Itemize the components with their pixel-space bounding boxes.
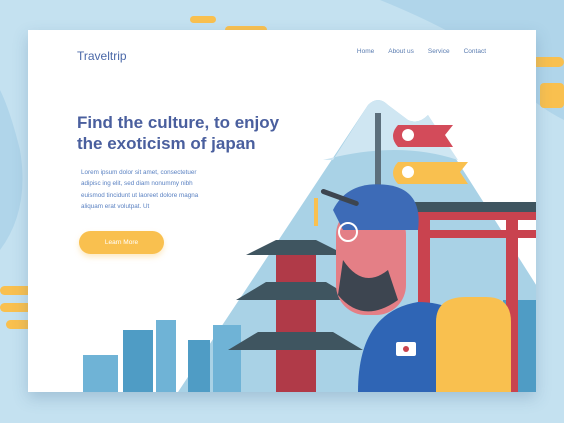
hero-description: Lorem ipsum dolor sit amet, consectetuer… — [81, 169, 199, 210]
koinobori-yellow — [393, 162, 468, 184]
landing-page-card: Traveltrip Home About us Service Contact… — [28, 30, 536, 392]
learn-more-button[interactable]: Learn More — [79, 231, 164, 254]
main-nav: Home About us Service Contact — [357, 48, 486, 55]
koinobori-red — [393, 125, 453, 147]
logo[interactable]: Traveltrip — [77, 49, 127, 63]
backpack — [436, 297, 511, 392]
nav-about-us[interactable]: About us — [388, 48, 414, 55]
nav-home[interactable]: Home — [357, 48, 374, 55]
nav-contact[interactable]: Contact — [464, 48, 486, 55]
hero-title: Find the culture, to enjoy the exoticism… — [77, 113, 280, 153]
nav-service[interactable]: Service — [428, 48, 450, 55]
